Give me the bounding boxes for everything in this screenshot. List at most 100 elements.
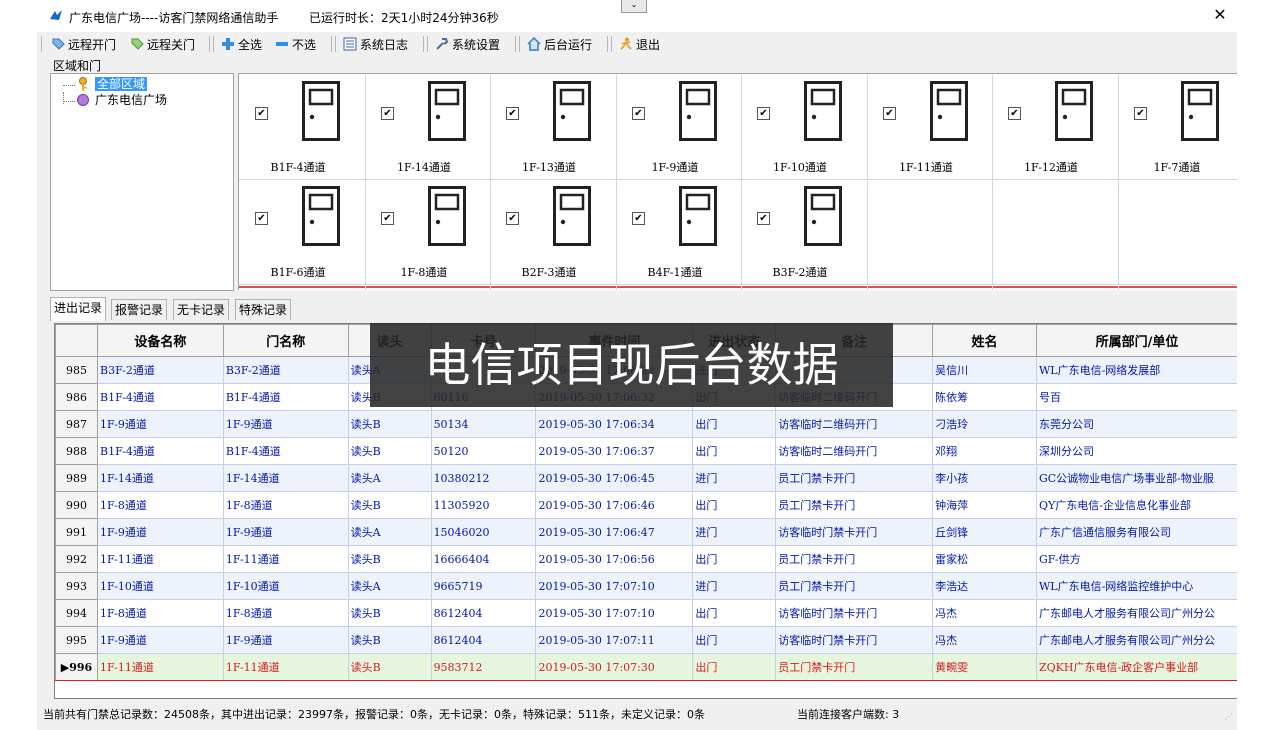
table-row[interactable]: 994 1F-8通道 1F-8通道 读头B 8612404 2019-05-30 17:0… bbox=[55, 599, 1237, 627]
tab-alarm-records[interactable]: 报警记录 bbox=[111, 299, 168, 320]
door-checkbox[interactable]: ✔ bbox=[381, 107, 394, 120]
table-cell: WL广东电信-网络发展部 bbox=[1035, 356, 1237, 384]
column-header[interactable]: 门名称 bbox=[222, 324, 349, 357]
table-row[interactable]: 991 1F-9通道 1F-9通道 读头A 15046020 2019-05-30 17:… bbox=[55, 518, 1237, 546]
table-cell: 出门 bbox=[692, 410, 777, 438]
toolbar-separator bbox=[515, 36, 517, 52]
door-checkbox[interactable]: ✔ bbox=[883, 107, 896, 120]
tree-node-all-areas[interactable]: 全部区域 bbox=[95, 77, 148, 91]
toolbar-separator bbox=[611, 36, 613, 52]
table-cell: 冯杰 bbox=[932, 599, 1037, 627]
door-checkbox[interactable]: ✔ bbox=[506, 212, 519, 225]
door-checkbox[interactable]: ✔ bbox=[1134, 107, 1147, 120]
door-cell[interactable]: ✔ 1F-12通道 bbox=[992, 74, 1117, 179]
table-cell: B1F-4通道 bbox=[222, 383, 349, 411]
door-checkbox[interactable]: ✔ bbox=[255, 107, 268, 120]
wrench-icon bbox=[436, 38, 449, 50]
close-icon: ✕ bbox=[1213, 5, 1227, 24]
door-checkbox[interactable]: ✔ bbox=[506, 107, 519, 120]
table-cell: 员工门禁卡开门 bbox=[775, 491, 934, 519]
grid-line bbox=[239, 284, 1237, 285]
table-cell: 1F-9通道 bbox=[96, 518, 224, 546]
remote-open-button[interactable]: 远程开门 bbox=[51, 34, 116, 54]
exit-button[interactable]: 退出 bbox=[619, 34, 660, 54]
table-row[interactable]: 987 1F-9通道 1F-9通道 读头B 50134 2019-05-30 17:06:… bbox=[55, 410, 1237, 438]
table-cell: 11305920 bbox=[430, 491, 537, 519]
door-checkbox[interactable]: ✔ bbox=[757, 107, 770, 120]
door-checkbox[interactable]: ✔ bbox=[381, 212, 394, 225]
door-cell[interactable]: ✔ B4F-1通道 bbox=[616, 179, 741, 284]
select-none-button[interactable]: 不选 bbox=[275, 34, 316, 54]
door-cell[interactable]: ✔ 1F-10通道 bbox=[741, 74, 866, 179]
background-run-button[interactable]: 后台运行 bbox=[527, 34, 592, 54]
door-cell[interactable]: ✔ 1F-8通道 bbox=[365, 179, 490, 284]
door-icon bbox=[804, 186, 842, 246]
system-log-button[interactable]: 系统日志 bbox=[343, 34, 408, 54]
column-header[interactable]: 设备名称 bbox=[96, 324, 224, 357]
area-tree: 全部区域 广东电信广场 bbox=[50, 73, 234, 291]
table-row-selected[interactable]: ▶996 1F-11通道 1F-11通道 读头B 9583712 2019-05-30 1… bbox=[55, 653, 1237, 681]
toolbar-separator bbox=[607, 36, 609, 52]
door-cell[interactable]: ✔ 1F-9通道 bbox=[616, 74, 741, 179]
row-number: 993 bbox=[55, 572, 98, 600]
table-cell: 16666404 bbox=[430, 545, 537, 573]
column-header[interactable]: 所属部门/单位 bbox=[1035, 324, 1237, 357]
system-settings-button[interactable]: 系统设置 bbox=[435, 34, 500, 54]
close-button[interactable]: ✕ bbox=[1207, 4, 1233, 26]
door-icon bbox=[553, 81, 591, 141]
door-cell[interactable]: ✔ 1F-13通道 bbox=[490, 74, 615, 179]
tab-access-records[interactable]: 进出记录 bbox=[50, 297, 107, 321]
chevron-down-icon: ⌄ bbox=[630, 0, 638, 9]
column-header[interactable]: 姓名 bbox=[932, 324, 1037, 357]
door-cell[interactable]: ✔ B1F-4通道 bbox=[239, 74, 364, 179]
door-cell[interactable]: ✔ 1F-14通道 bbox=[365, 74, 490, 179]
tab-special-records[interactable]: 特殊记录 bbox=[235, 299, 292, 320]
door-checkbox[interactable]: ✔ bbox=[1008, 107, 1021, 120]
toolbar-separator bbox=[519, 36, 521, 52]
tab-no-card-records[interactable]: 无卡记录 bbox=[173, 299, 230, 320]
door-checkbox[interactable]: ✔ bbox=[757, 212, 770, 225]
door-cell[interactable]: ✔ 1F-7通道 bbox=[1118, 74, 1237, 179]
resize-grip-icon[interactable]: ⋰ bbox=[1225, 712, 1235, 722]
door-label: 1F-9通道 bbox=[651, 161, 699, 174]
door-cell[interactable]: ✔ B3F-2通道 bbox=[741, 179, 866, 284]
table-row[interactable]: 992 1F-11通道 1F-11通道 读头B 16666404 2019-05-30 1… bbox=[55, 545, 1237, 573]
table-cell: B1F-4通道 bbox=[222, 437, 349, 465]
door-checkbox[interactable]: ✔ bbox=[632, 107, 645, 120]
background-run-label: 后台运行 bbox=[544, 37, 593, 52]
door-cell[interactable]: ✔ B2F-3通道 bbox=[490, 179, 615, 284]
system-log-label: 系统日志 bbox=[360, 37, 409, 52]
table-row[interactable]: 988 B1F-4通道 B1F-4通道 读头B 50120 2019-05-30 17:0… bbox=[55, 437, 1237, 465]
table-cell: 1F-11通道 bbox=[222, 545, 349, 573]
table-cell: 2019-05-30 17:07:10 bbox=[535, 572, 694, 600]
table-cell: 1F-10通道 bbox=[96, 572, 224, 600]
table-cell: 读头A bbox=[347, 572, 432, 600]
select-all-button[interactable]: 全选 bbox=[221, 34, 262, 54]
door-label: 1F-8通道 bbox=[400, 266, 448, 279]
toolbar-separator bbox=[335, 36, 337, 52]
toolbar-separator bbox=[427, 36, 429, 52]
row-number: 995 bbox=[55, 626, 98, 654]
door-checkbox[interactable]: ✔ bbox=[255, 212, 268, 225]
door-cell[interactable]: ✔ 1F-11通道 bbox=[867, 74, 992, 179]
area-group-label: 区域和门 bbox=[53, 59, 102, 73]
tree-node-area[interactable]: 广东电信广场 bbox=[95, 93, 167, 107]
table-cell: 9583712 bbox=[430, 653, 537, 681]
table-cell: 读头B bbox=[347, 410, 432, 438]
table-row[interactable]: 990 1F-8通道 1F-8通道 读头B 11305920 2019-05-30 17:… bbox=[55, 491, 1237, 519]
table-cell: 1F-8通道 bbox=[96, 599, 224, 627]
toolbar: 远程开门 远程关门 全选 不选 系统日志 系统设置 后台运行 退出 bbox=[37, 32, 1237, 56]
table-cell: 访客临时二维码开门 bbox=[775, 437, 934, 465]
collapse-toolbar-button[interactable]: ⌄ bbox=[621, 0, 647, 13]
table-row[interactable]: 989 1F-14通道 1F-14通道 读头A 10380212 2019-05-30 1… bbox=[55, 464, 1237, 492]
door-label: B3F-2通道 bbox=[772, 266, 828, 279]
table-row[interactable]: 993 1F-10通道 1F-10通道 读头A 9665719 2019-05-30 17… bbox=[55, 572, 1237, 600]
row-number: 992 bbox=[55, 545, 98, 573]
table-cell: 1F-8通道 bbox=[222, 599, 349, 627]
table-cell: 1F-14通道 bbox=[96, 464, 224, 492]
door-cell[interactable]: ✔ B1F-6通道 bbox=[239, 179, 364, 284]
remote-close-button[interactable]: 远程关门 bbox=[130, 34, 195, 54]
table-cell: 广东邮电人才服务有限公司广州分公 bbox=[1035, 626, 1237, 654]
table-row[interactable]: 995 1F-9通道 1F-9通道 读头B 8612404 2019-05-30 17:0… bbox=[55, 626, 1237, 654]
door-checkbox[interactable]: ✔ bbox=[632, 212, 645, 225]
